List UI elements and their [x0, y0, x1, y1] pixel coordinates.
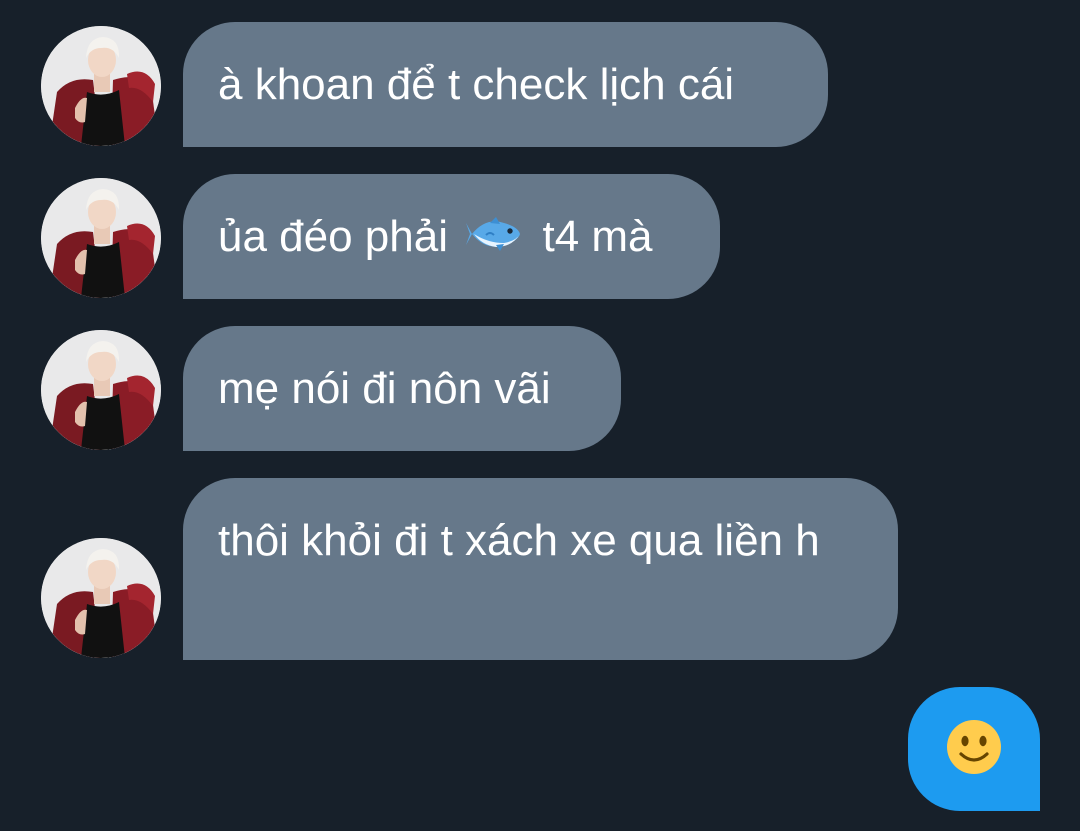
message-text: thôi khỏi đi t xách xe qua liền h	[218, 516, 820, 565]
message-text: ủa đéo phải	[218, 212, 448, 261]
outgoing-message-bubble[interactable]	[908, 687, 1040, 811]
message-bubble[interactable]: ủa đéo phải t4 mà	[183, 174, 720, 299]
message-bubble[interactable]: thôi khỏi đi t xách xe qua liền h	[183, 478, 898, 660]
message-bubble[interactable]: à khoan để t check lịch cái	[183, 22, 828, 147]
message-text: t4 mà	[542, 212, 653, 261]
message-text: à khoan để t check lịch cái	[218, 60, 735, 109]
avatar[interactable]	[41, 538, 161, 658]
slightly-smiling-face-icon	[945, 718, 1003, 781]
message-text: mẹ nói đi nôn vãi	[218, 364, 551, 413]
avatar[interactable]	[41, 330, 161, 450]
fish-icon	[466, 210, 524, 268]
avatar[interactable]	[41, 178, 161, 298]
avatar[interactable]	[41, 26, 161, 146]
message-bubble[interactable]: mẹ nói đi nôn vãi	[183, 326, 621, 451]
